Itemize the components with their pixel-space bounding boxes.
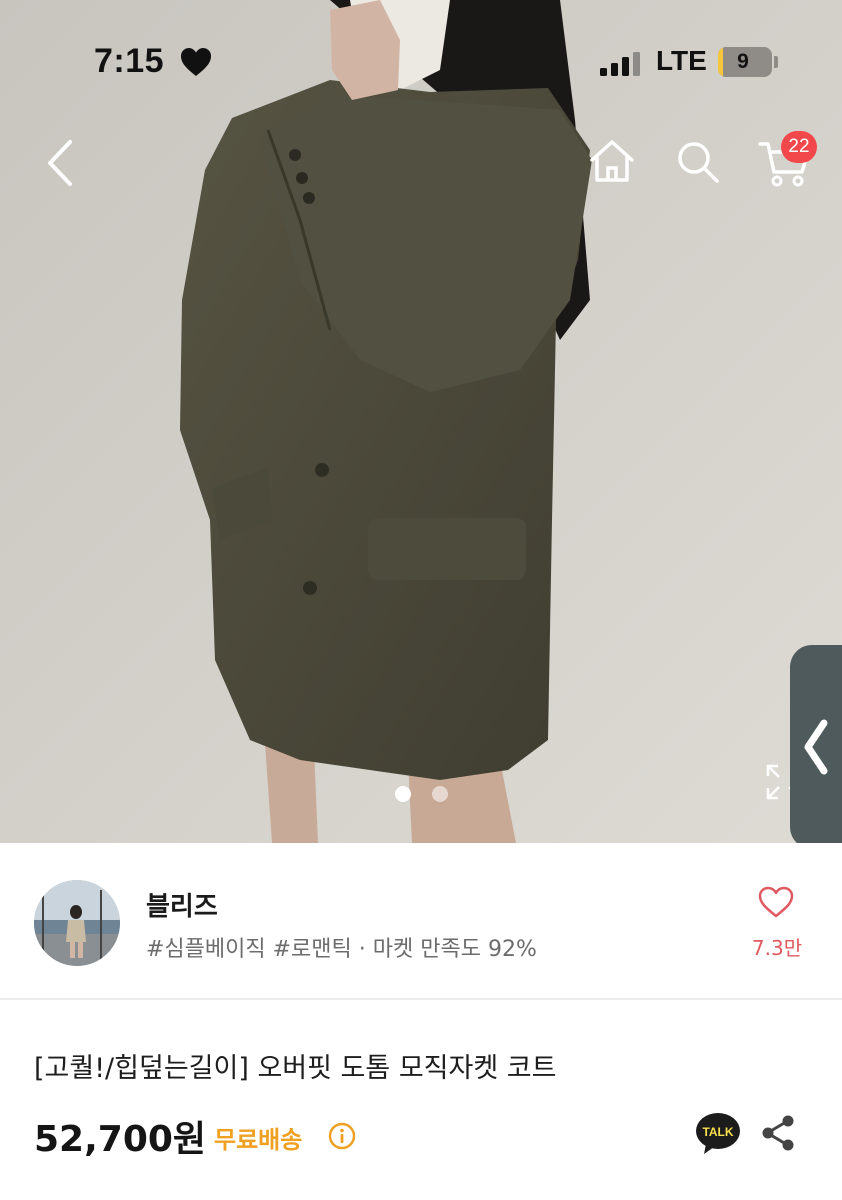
side-panel-chevron-icon [804, 719, 828, 775]
free-shipping-label: 무료배송 [214, 1126, 303, 1154]
carousel-dot-2[interactable] [432, 786, 448, 802]
like-count: 7.3만 [751, 936, 803, 960]
info-icon [328, 1122, 356, 1150]
like-button[interactable]: 7.3만 [746, 884, 808, 966]
shop-name[interactable]: 블리즈 [146, 886, 218, 923]
status-time: 7:15 [94, 42, 165, 80]
kakao-talk-button[interactable]: TALK [694, 1110, 742, 1158]
home-button[interactable] [586, 136, 638, 188]
share-icon [762, 1115, 794, 1151]
search-button[interactable] [674, 138, 722, 186]
section-divider [0, 998, 842, 1000]
battery-percent: 9 [737, 50, 749, 73]
shop-info-row [0, 843, 842, 1001]
battery-cap [774, 56, 778, 68]
signal-bars-icon [600, 52, 640, 76]
shop-avatar-image [34, 880, 120, 966]
back-chevron-icon [48, 140, 72, 186]
heart-outline-icon [758, 886, 794, 918]
shop-tags: #심플베이직 #로맨틱 · 마켓 만족도 92% [146, 937, 537, 962]
back-button[interactable] [36, 136, 86, 190]
svg-text:TALK: TALK [702, 1125, 733, 1139]
kakao-talk-icon: TALK [696, 1113, 740, 1154]
status-bar: 7:15 LTE 9 [0, 0, 842, 130]
share-button[interactable] [760, 1114, 796, 1152]
battery-icon: 9 [718, 47, 772, 77]
shop-avatar[interactable] [34, 880, 120, 966]
carousel-dot-1[interactable] [395, 786, 411, 802]
home-icon [590, 140, 634, 182]
cart-count-badge: 22 [781, 131, 817, 163]
network-type: LTE [656, 45, 707, 76]
side-panel-handle[interactable] [790, 645, 842, 849]
product-title: [고퀄!/힙덮는길이] 오버핏 도톰 모직자켓 코트 [34, 1053, 557, 1084]
shipping-info-button[interactable] [328, 1122, 356, 1150]
heart-icon [181, 48, 211, 76]
product-price: 52,700원 [34, 1119, 207, 1160]
search-icon [678, 142, 719, 183]
